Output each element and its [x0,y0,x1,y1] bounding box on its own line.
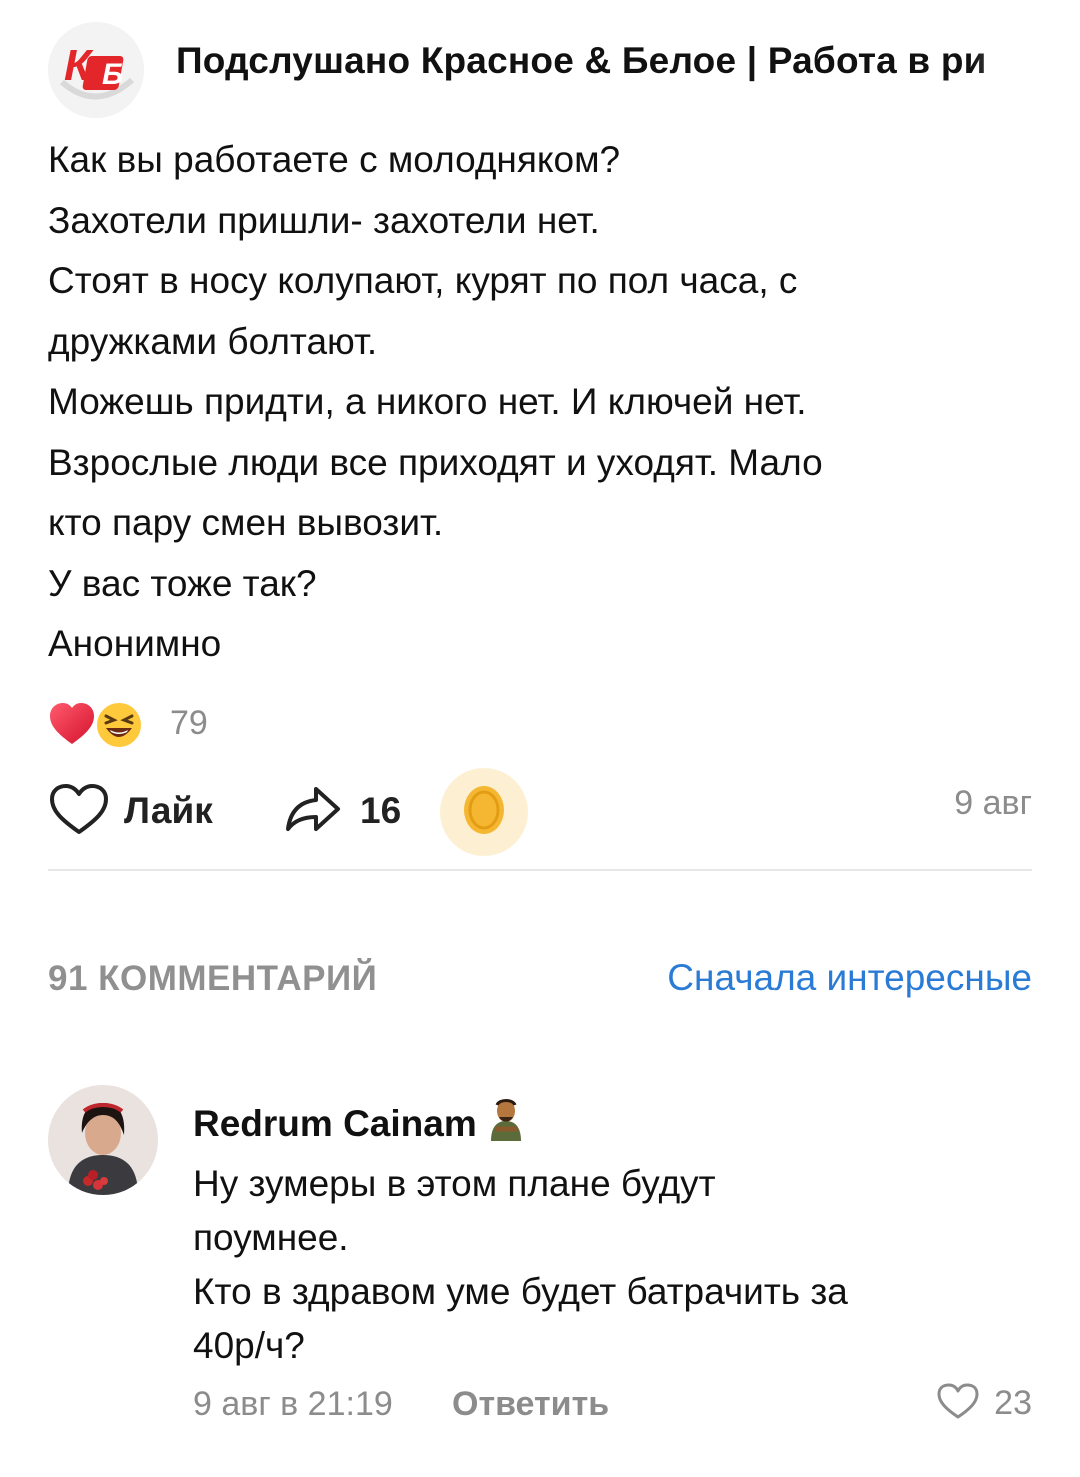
like-button[interactable]: Лайк [48,778,213,844]
group-name[interactable]: Подслушано Красное & Белое | Работа в ри [176,40,1080,82]
share-count: 16 [360,790,402,831]
avatar[interactable] [48,1085,158,1195]
comment-text-line: поумнее. [193,1217,349,1258]
avatar-sticker-icon [485,1097,527,1150]
comment-author[interactable]: Redrum Cainam [193,1097,527,1150]
reactions-summary[interactable]: 79 [48,698,348,750]
reply-button[interactable]: Ответить [452,1385,609,1424]
comment-text: Ну зумеры в этом плане будут поумнее. Кт… [193,1157,1053,1373]
divider [48,869,1032,871]
like-label: Лайк [124,790,213,831]
comment-timestamp: 9 авг в 21:19 [193,1385,393,1423]
comments-header: 91 КОММЕНТАРИЙ Сначала интересные [48,955,1032,1005]
heart-outline-icon [936,1382,980,1425]
comment-text-line: Ну зумеры в этом плане будут [193,1163,716,1204]
post-text-line: Как вы работаете с молодняком? [48,139,621,180]
post-text-line: дружками болтают. [48,320,378,362]
post-text: Как вы работаете с молодняком? Захотели … [48,130,1038,675]
comment-text-line: Кто в здравом уме будет батрачить за [193,1271,848,1312]
heart-emoji-icon [48,702,96,751]
comment-like-button[interactable]: 23 [936,1382,1032,1425]
post-text-line: Захотели пришли- захотели нет. [48,199,600,241]
comment-text-line: 40р/ч? [193,1325,305,1366]
coin-icon [460,784,508,841]
post-text-line: кто пару смен вывозит. [48,502,444,543]
comment-author-name: Redrum Cainam [193,1102,477,1144]
post-actions: Лайк 16 9 авг [48,768,1032,858]
share-arrow-icon [284,783,342,840]
comment-like-count: 23 [994,1384,1032,1422]
post-text-line: Анонимно [48,623,222,664]
reactions-count: 79 [170,704,208,742]
heart-outline-icon [48,782,110,841]
group-logo[interactable]: К Б [48,22,144,118]
laughing-emoji-icon [94,700,144,755]
comments-count: 91 КОММЕНТАРИЙ [48,959,378,998]
post-header: К Б Подслушано Красное & Белое | Работа … [48,20,1080,118]
post-text-line: Стоят в носу колупают, курят по пол часа… [48,260,798,301]
comments-sort-link[interactable]: Сначала интересные [667,957,1032,999]
svg-text:Б: Б [102,58,123,91]
post-text-line: У вас тоже так? [48,562,317,604]
share-button[interactable]: 16 [284,778,401,844]
post-text-line: Можешь придти, а никого нет. И ключей не… [48,381,807,422]
post-text-line: Взрослые люди все приходят и уходят. Мал… [48,441,823,483]
donate-coin-button[interactable] [440,768,528,856]
post-date: 9 авг [954,784,1032,822]
